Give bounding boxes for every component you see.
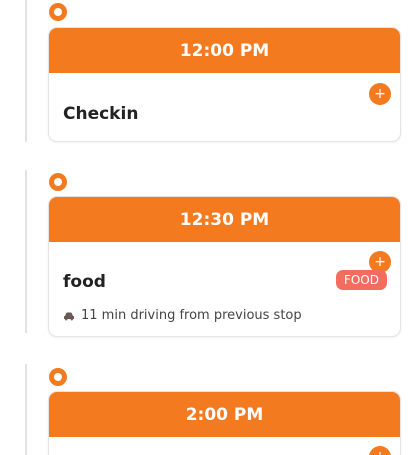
- car-icon: [64, 312, 74, 320]
- timeline-rail: [25, 364, 27, 455]
- add-stop-button[interactable]: +: [369, 83, 391, 105]
- stop-time: 12:00 PM: [179, 40, 270, 61]
- stop-name[interactable]: Checkin: [63, 104, 138, 124]
- timeline-dot-icon: [49, 173, 67, 191]
- timeline-dot-icon: [49, 368, 67, 386]
- category-tag: FOOD: [335, 270, 387, 290]
- stop-time-header: 2:00 PM: [49, 392, 400, 437]
- stop-card: 12:00 PM + Checkin: [48, 27, 401, 142]
- timeline-rail: [25, 0, 27, 142]
- stop-name[interactable]: food: [63, 272, 106, 292]
- stop-time: 12:30 PM: [179, 209, 270, 230]
- stop-time-header: 12:00 PM: [49, 28, 400, 73]
- stop-time: 2:00 PM: [185, 404, 264, 425]
- stop-card: 12:30 PM + food FOOD 11 min driving from…: [48, 196, 401, 337]
- add-stop-button[interactable]: +: [369, 446, 391, 455]
- travel-note: 11 min driving from previous stop: [63, 308, 302, 323]
- itinerary-timeline: 12:00 PM + Checkin 12:30 PM + food FOOD …: [0, 0, 413, 455]
- stop-time-header: 12:30 PM: [49, 197, 400, 242]
- timeline-rail: [25, 170, 27, 333]
- timeline-dot-icon: [49, 3, 67, 21]
- stop-card: 2:00 PM +: [48, 391, 401, 455]
- travel-note-text: 11 min driving from previous stop: [81, 308, 302, 323]
